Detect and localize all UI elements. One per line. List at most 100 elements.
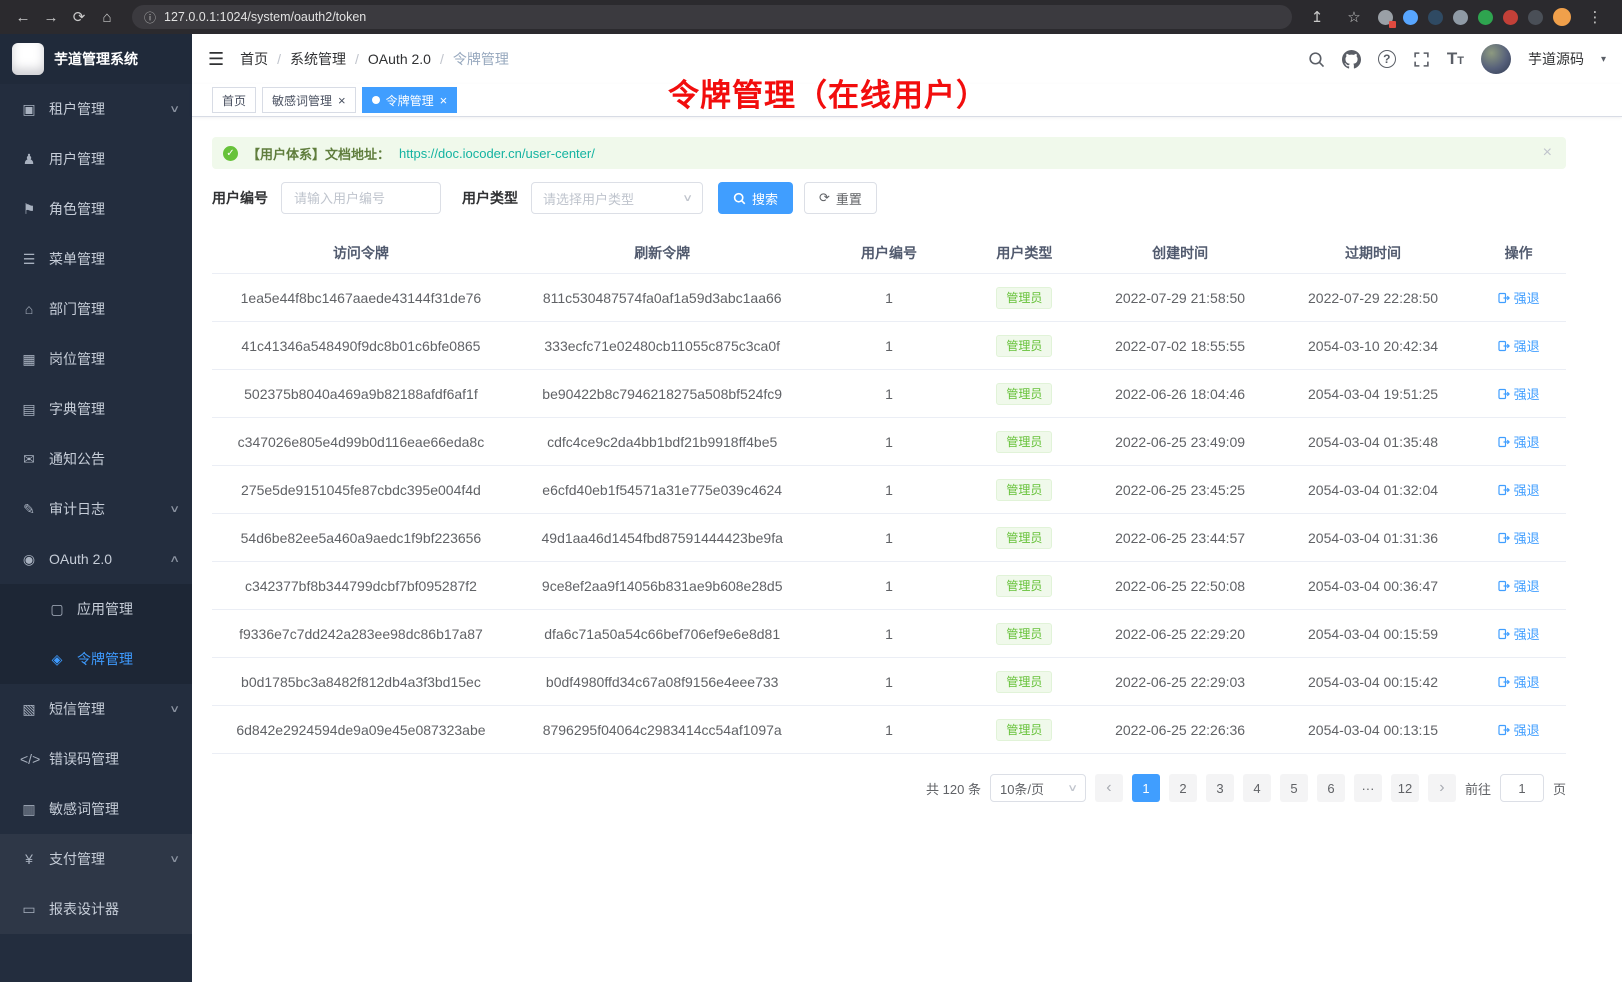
breadcrumb-item[interactable]: 首页 <box>240 49 268 69</box>
page-button[interactable]: 4 <box>1243 774 1271 802</box>
page-button[interactable]: 3 <box>1206 774 1234 802</box>
action-cell: 强退 <box>1471 288 1566 307</box>
github-icon[interactable] <box>1342 50 1361 69</box>
sidebar-item-label: 字典管理 <box>49 399 105 419</box>
sidebar-item[interactable]: ◉OAuth 2.0∧ <box>0 534 192 584</box>
next-page-button[interactable]: › <box>1428 774 1456 802</box>
sidebar-item[interactable]: ✉通知公告 <box>0 434 192 484</box>
sidebar-item-label: 错误码管理 <box>49 749 119 769</box>
sidebar-item[interactable]: ⌂部门管理 <box>0 284 192 334</box>
force-logout-button[interactable]: 强退 <box>1498 288 1540 307</box>
force-logout-button[interactable]: 强退 <box>1498 576 1540 595</box>
force-logout-button[interactable]: 强退 <box>1498 624 1540 643</box>
close-icon[interactable]: × <box>338 94 346 107</box>
refresh-token-cell: 49d1aa46d1454fbd87591444423be9fa <box>510 530 815 546</box>
sidebar-item[interactable]: </>错误码管理 <box>0 734 192 784</box>
user-avatar[interactable] <box>1481 44 1511 74</box>
sidebar-item[interactable]: ◈令牌管理 <box>0 634 192 684</box>
goto-page-input[interactable] <box>1500 774 1544 802</box>
view-tab[interactable]: 令牌管理× <box>362 87 458 113</box>
force-logout-button[interactable]: 强退 <box>1498 432 1540 451</box>
sidebar-item[interactable]: ▢应用管理 <box>0 584 192 634</box>
url-bar[interactable]: ⓘ 127.0.0.1:1024/system/oauth2/token <box>132 5 1292 29</box>
page-button[interactable]: 12 <box>1391 774 1419 802</box>
extension-icon[interactable] <box>1403 10 1418 25</box>
user-type-tag: 管理员 <box>996 431 1052 453</box>
close-icon[interactable]: × <box>440 94 448 107</box>
user-name[interactable]: 芋道源码 <box>1528 49 1584 69</box>
sidebar-item[interactable]: ✎审计日志∨ <box>0 484 192 534</box>
logout-icon <box>1498 676 1510 688</box>
refresh-token-cell: be90422b8c7946218275a508bf524fc9 <box>510 386 815 402</box>
search-button[interactable]: 搜索 <box>718 182 793 214</box>
prev-page-button[interactable]: ‹ <box>1095 774 1123 802</box>
page-button[interactable]: 6 <box>1317 774 1345 802</box>
page-button[interactable]: 2 <box>1169 774 1197 802</box>
close-icon[interactable]: × <box>1543 144 1552 162</box>
sidebar-item-label: 部门管理 <box>49 299 105 319</box>
page-button[interactable]: 5 <box>1280 774 1308 802</box>
sidebar-item[interactable]: ▭报表设计器 <box>0 884 192 934</box>
page-content: ✓ 【用户体系】文档地址： https://doc.iocoder.cn/use… <box>192 117 1622 982</box>
page-size-select[interactable]: 10条/页 ∨ <box>990 774 1086 802</box>
breadcrumb-item[interactable]: 系统管理 <box>290 49 346 69</box>
star-icon[interactable]: ☆ <box>1341 4 1367 30</box>
view-tab[interactable]: 敏感词管理× <box>262 87 356 113</box>
back-icon[interactable]: ← <box>10 4 36 30</box>
breadcrumb-separator: / <box>277 51 281 67</box>
force-logout-button[interactable]: 强退 <box>1498 336 1540 355</box>
forward-icon[interactable]: → <box>38 4 64 30</box>
sidebar-item-label: 通知公告 <box>49 449 105 469</box>
sidebar-item[interactable]: ▧短信管理∨ <box>0 684 192 734</box>
extension-icon[interactable] <box>1503 10 1518 25</box>
font-size-icon[interactable]: TT <box>1447 49 1464 69</box>
profile-avatar[interactable] <box>1553 8 1571 26</box>
user-id-cell: 1 <box>815 290 964 306</box>
sidebar-item[interactable]: ⚑角色管理 <box>0 184 192 234</box>
force-logout-button[interactable]: 强退 <box>1498 672 1540 691</box>
force-logout-button[interactable]: 强退 <box>1498 528 1540 547</box>
sidebar-item[interactable]: ▦岗位管理 <box>0 334 192 384</box>
sidebar-item[interactable]: ☰菜单管理 <box>0 234 192 284</box>
sidebar-item[interactable]: ♟用户管理 <box>0 134 192 184</box>
sidebar-item[interactable]: ▤字典管理 <box>0 384 192 434</box>
reset-button[interactable]: ⟳ 重置 <box>804 182 877 214</box>
menu-dots-icon[interactable]: ⋮ <box>1582 4 1608 30</box>
user-id-input[interactable] <box>281 182 441 214</box>
share-icon[interactable]: ↥ <box>1304 4 1330 30</box>
breadcrumb-item[interactable]: OAuth 2.0 <box>368 51 431 67</box>
refresh-icon: ⟳ <box>819 190 830 206</box>
extension-icon[interactable] <box>1478 10 1493 25</box>
help-icon[interactable]: ? <box>1378 50 1396 68</box>
access-token-cell: 6d842e2924594de9a09e45e087323abe <box>212 722 510 738</box>
sidebar-item-label: 短信管理 <box>49 699 105 719</box>
breadcrumb-separator: / <box>355 51 359 67</box>
view-tab[interactable]: 首页 <box>212 87 256 113</box>
hamburger-icon[interactable]: ☰ <box>208 49 224 70</box>
extension-icons <box>1378 8 1571 26</box>
fullscreen-icon[interactable] <box>1413 51 1430 68</box>
user-type-select[interactable]: 请选择用户类型 ∨ <box>531 182 703 214</box>
home-icon[interactable]: ⌂ <box>94 4 120 30</box>
logout-icon <box>1498 724 1510 736</box>
sidebar-item[interactable]: ▥敏感词管理 <box>0 784 192 834</box>
force-logout-button[interactable]: 强退 <box>1498 720 1540 739</box>
sidebar-item[interactable]: ▣租户管理∨ <box>0 84 192 134</box>
table-header: 访问令牌刷新令牌用户编号用户类型创建时间过期时间操作 <box>212 232 1566 274</box>
caret-down-icon[interactable]: ▾ <box>1601 54 1606 65</box>
force-logout-button[interactable]: 强退 <box>1498 480 1540 499</box>
reload-icon[interactable]: ⟳ <box>66 4 92 30</box>
alert-doc-link[interactable]: https://doc.iocoder.cn/user-center/ <box>399 146 595 161</box>
refresh-token-cell: b0df4980ffd34c67a08f9156e4eee733 <box>510 674 815 690</box>
extension-icon[interactable] <box>1428 10 1443 25</box>
force-logout-button[interactable]: 强退 <box>1498 384 1540 403</box>
page-button[interactable]: 1 <box>1132 774 1160 802</box>
extension-icon[interactable] <box>1453 10 1468 25</box>
more-pages-icon[interactable]: ··· <box>1354 774 1382 802</box>
app-logo[interactable]: 芋道管理系统 <box>0 34 192 84</box>
extension-icon[interactable] <box>1528 10 1543 25</box>
extension-icon[interactable] <box>1378 10 1393 25</box>
sidebar-item[interactable]: ¥支付管理∨ <box>0 834 192 884</box>
info-icon[interactable]: ⓘ <box>144 9 156 26</box>
search-icon[interactable] <box>1308 51 1325 68</box>
